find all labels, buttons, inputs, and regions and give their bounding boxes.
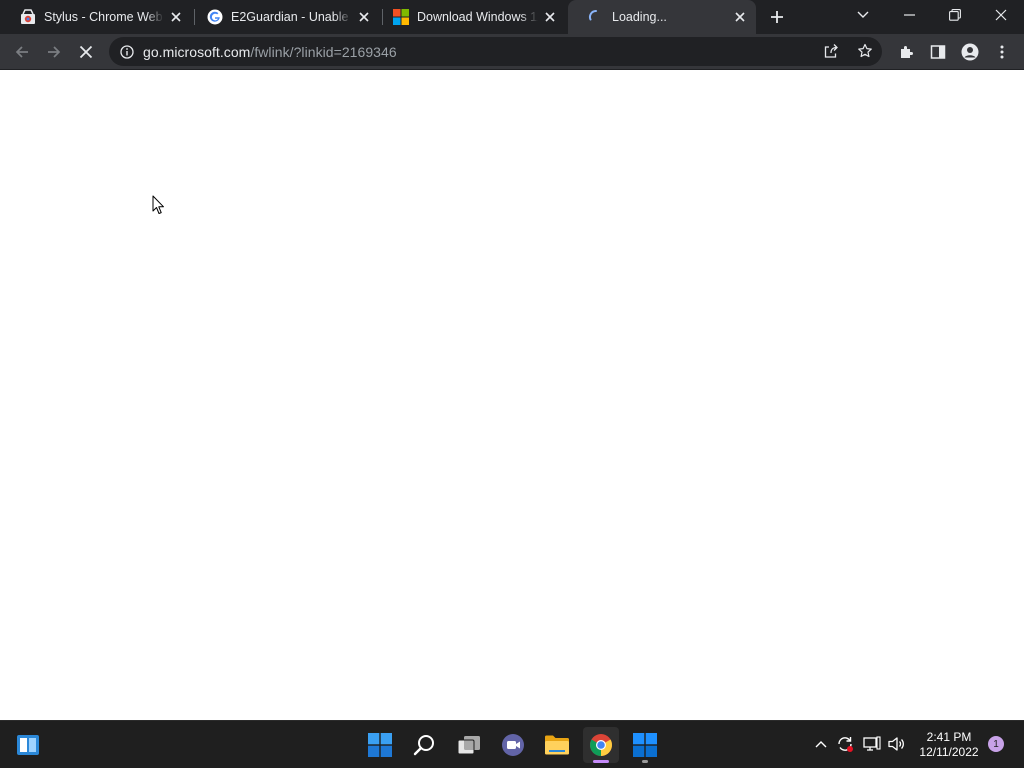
file-explorer-icon xyxy=(545,735,569,755)
site-info-icon[interactable] xyxy=(120,44,134,59)
running-app-indicator xyxy=(642,760,648,763)
sync-status-button[interactable] xyxy=(834,733,856,755)
address-bar[interactable]: go.microsoft.com/fwlink/?linkid=2169346 xyxy=(109,37,882,66)
notification-badge[interactable]: 1 xyxy=(988,736,1004,752)
tab-e2guardian[interactable]: E2Guardian - Unable to load xyxy=(187,0,380,34)
profile-button[interactable] xyxy=(956,38,984,66)
menu-button[interactable] xyxy=(988,38,1016,66)
browser-toolbar: go.microsoft.com/fwlink/?linkid=2169346 xyxy=(0,34,1024,70)
stop-loading-button[interactable] xyxy=(72,38,100,66)
chrome-button[interactable] xyxy=(583,727,619,763)
share-icon[interactable] xyxy=(823,43,839,64)
puzzle-icon xyxy=(901,46,913,58)
forward-arrow-icon xyxy=(48,46,61,58)
restore-button[interactable] xyxy=(932,0,978,30)
minimize-icon xyxy=(903,14,915,16)
file-explorer-button[interactable] xyxy=(539,727,575,763)
chat-icon xyxy=(502,734,524,756)
side-panel-button[interactable] xyxy=(924,38,952,66)
clock-date: 12/11/2022 xyxy=(919,745,979,759)
close-icon[interactable] xyxy=(542,9,558,25)
volume-icon xyxy=(888,737,904,751)
page-content xyxy=(0,71,1024,720)
widgets-button[interactable] xyxy=(10,727,46,763)
extensions-button[interactable] xyxy=(892,38,920,66)
forward-button[interactable] xyxy=(40,38,68,66)
sync-icon xyxy=(838,737,853,752)
chrome-icon xyxy=(590,734,612,756)
tab-search-button[interactable] xyxy=(840,0,886,30)
active-app-indicator xyxy=(593,760,609,763)
close-icon[interactable] xyxy=(168,9,184,25)
restore-icon xyxy=(949,9,961,21)
chevron-down-icon xyxy=(857,11,869,18)
tab-title: Stylus - Chrome Web Store xyxy=(44,10,164,24)
network-button[interactable] xyxy=(861,733,883,755)
task-view-icon xyxy=(457,736,480,755)
back-arrow-icon xyxy=(15,46,28,58)
chrome-web-store-icon xyxy=(20,9,36,25)
url-text: go.microsoft.com/fwlink/?linkid=2169346 xyxy=(143,44,397,60)
taskbar: 2:41 PM 12/11/2022 xyxy=(0,720,1024,768)
network-icon xyxy=(863,736,881,751)
show-hidden-icons-button[interactable] xyxy=(810,733,832,755)
store-icon xyxy=(633,733,657,757)
url-host: go.microsoft.com xyxy=(143,43,251,60)
new-tab-button[interactable] xyxy=(765,5,789,29)
profile-icon xyxy=(961,43,979,61)
windows-start-icon xyxy=(368,733,392,757)
side-panel-icon xyxy=(930,45,946,59)
tab-title: E2Guardian - Unable to load xyxy=(231,10,352,24)
tab-title: Loading... xyxy=(612,10,667,24)
tab-strip: Stylus - Chrome Web Store E2Guardian - U… xyxy=(0,0,1024,34)
store-button[interactable] xyxy=(627,727,663,763)
bookmark-star-icon[interactable] xyxy=(857,43,873,64)
close-icon[interactable] xyxy=(356,9,372,25)
chevron-up-icon xyxy=(815,741,827,748)
widgets-icon xyxy=(17,735,39,755)
microsoft-icon xyxy=(393,9,409,25)
search-button[interactable] xyxy=(406,727,442,763)
tab-download-windows[interactable]: Download Windows 11 xyxy=(373,0,566,34)
tab-loading[interactable]: Loading... xyxy=(568,0,756,34)
close-icon[interactable] xyxy=(732,9,748,25)
start-button[interactable] xyxy=(362,727,398,763)
tab-title: Download Windows 11 xyxy=(417,10,538,24)
minimize-button[interactable] xyxy=(886,0,932,30)
loading-spinner-icon xyxy=(588,9,604,25)
clock[interactable]: 2:41 PM 12/11/2022 xyxy=(914,730,984,760)
clock-time: 2:41 PM xyxy=(926,730,972,744)
stop-icon xyxy=(79,45,93,59)
search-icon xyxy=(413,735,434,756)
kebab-menu-icon xyxy=(1000,45,1004,59)
mouse-cursor-icon xyxy=(152,195,165,220)
volume-button[interactable] xyxy=(886,733,908,755)
close-icon xyxy=(995,9,1007,21)
chat-button[interactable] xyxy=(495,727,531,763)
task-view-button[interactable] xyxy=(451,727,487,763)
close-window-button[interactable] xyxy=(978,0,1024,30)
tab-stylus[interactable]: Stylus - Chrome Web Store xyxy=(0,0,192,34)
url-path: /fwlink/?linkid=2169346 xyxy=(250,43,397,60)
google-icon xyxy=(207,9,223,25)
back-button[interactable] xyxy=(8,38,36,66)
